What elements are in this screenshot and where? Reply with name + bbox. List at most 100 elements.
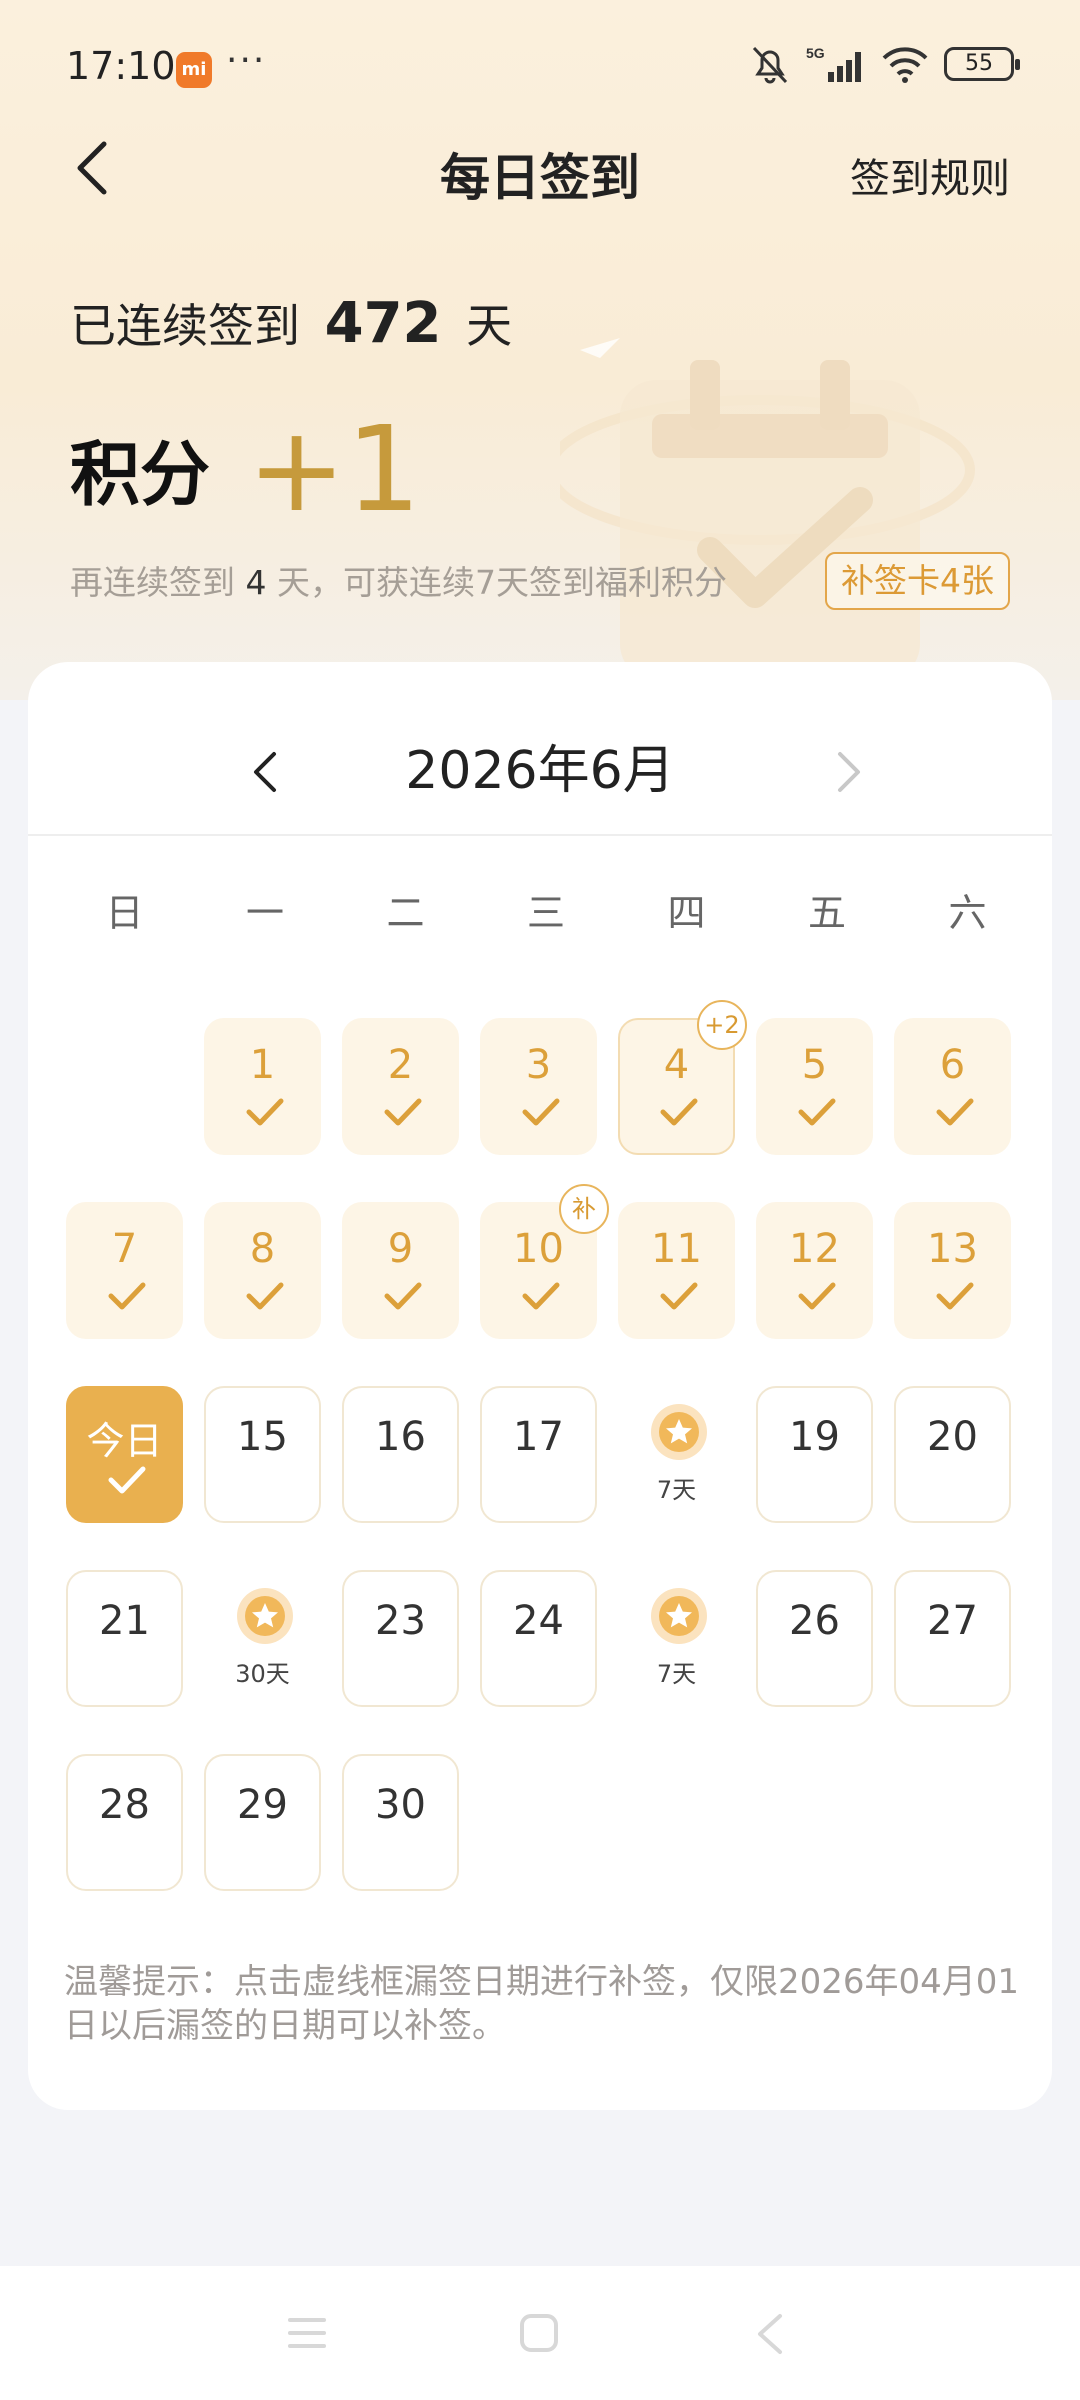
status-bar: 17:10 mi ··· 5G 55 [0, 0, 1080, 140]
signal-5g-icon: 5G [806, 44, 866, 84]
streak-prefix: 已连续签到 [70, 299, 300, 353]
checkmark-icon [798, 1282, 836, 1310]
day-number: 30 [375, 1782, 426, 1828]
calendar-day[interactable]: 5 [756, 1018, 873, 1155]
weekday-label: 一 [245, 891, 284, 935]
reward-milestone-label: 7天 [656, 1660, 697, 1688]
calendar-day[interactable]: 28 [66, 1754, 183, 1891]
calendar-day[interactable]: 7 [66, 1202, 183, 1339]
calendar-day-reward[interactable]: 7天 [618, 1570, 735, 1707]
calendar-day[interactable]: 23 [342, 1570, 459, 1707]
calendar-day[interactable]: 6 [894, 1018, 1011, 1155]
calendar-day[interactable]: 24 [480, 1570, 597, 1707]
calendar-day[interactable]: 8 [204, 1202, 321, 1339]
weekday-label: 二 [386, 891, 425, 935]
makeup-tip: 温馨提示：点击虚线框漏签日期进行补签，仅限2026年04月01日以后漏签的日期可… [64, 1962, 1020, 2046]
mute-bell-icon [748, 44, 792, 84]
star-coin-icon [651, 1404, 707, 1460]
calendar-day[interactable]: 20 [894, 1386, 1011, 1523]
calendar-day-reward[interactable]: 7天 [618, 1386, 735, 1523]
calendar-day[interactable]: 19 [756, 1386, 873, 1523]
next-month-chevron-icon[interactable] [818, 732, 878, 812]
recent-apps-icon[interactable] [286, 2314, 328, 2352]
makeup-sign-badge: 补 [559, 1184, 609, 1234]
calendar-day[interactable]: 16 [342, 1386, 459, 1523]
system-back-icon[interactable] [752, 2312, 786, 2356]
wifi-icon [880, 44, 930, 84]
back-arrow-icon[interactable] [66, 136, 122, 200]
weekday-label: 四 [667, 891, 706, 935]
points-label: 积分 [70, 433, 210, 516]
home-icon[interactable] [518, 2312, 560, 2354]
today-label: 今日 [86, 1419, 163, 1463]
calendar-day[interactable]: 4 +2 [618, 1000, 747, 1155]
calendar-day[interactable]: 2 [342, 1018, 459, 1155]
day-number: 24 [513, 1598, 564, 1644]
checkmark-icon [384, 1282, 422, 1310]
calendar-day[interactable]: 1 [204, 1018, 321, 1155]
day-number: 20 [927, 1414, 978, 1460]
streak-hint: 再连续签到 4 天，可获连续7天签到福利积分 [70, 556, 727, 604]
day-number: 5 [801, 1042, 828, 1088]
divider [28, 834, 1052, 836]
checkmark-icon [936, 1282, 974, 1310]
day-number: 2 [387, 1042, 414, 1088]
day-number: 11 [651, 1226, 702, 1272]
day-number: 23 [375, 1598, 426, 1644]
checkmark-icon [384, 1098, 422, 1126]
calendar-day[interactable]: 13 [894, 1202, 1011, 1339]
calendar-day[interactable]: 21 [66, 1570, 183, 1707]
calendar-day[interactable]: 29 [204, 1754, 321, 1891]
status-time: 17:10 [66, 44, 176, 88]
hint-days: 4 [245, 563, 267, 602]
checkmark-icon [522, 1098, 560, 1126]
weekday-label: 五 [807, 891, 846, 935]
system-navigation-bar [0, 2266, 1080, 2400]
calendar-day[interactable]: 15 [204, 1386, 321, 1523]
battery-indicator: 55 [944, 47, 1020, 81]
calendar-day-today[interactable]: 今日 [66, 1386, 183, 1523]
calendar-day[interactable]: 9 [342, 1202, 459, 1339]
bonus-points-badge: +2 [697, 1000, 747, 1050]
svg-text:5G: 5G [806, 45, 825, 61]
star-coin-icon [237, 1588, 293, 1644]
calendar-day[interactable]: 26 [756, 1570, 873, 1707]
calendar-day[interactable]: 17 [480, 1386, 597, 1523]
calendar-day[interactable]: 12 [756, 1202, 873, 1339]
reward-milestone-label: 30天 [235, 1660, 290, 1688]
checkmark-icon [936, 1098, 974, 1126]
checkmark-icon [246, 1282, 284, 1310]
checkmark-icon [798, 1098, 836, 1126]
streak-days: 472 [324, 291, 442, 356]
checkmark-icon [660, 1098, 698, 1126]
calendar-card: 2026年6月 日 一 二 三 四 五 六 1 2 3 4 +2 5 6 7 8 9 10 补 11 12… [28, 662, 1052, 2110]
calendar-day[interactable]: 3 [480, 1018, 597, 1155]
sign-in-rules-link[interactable]: 签到规则 [850, 146, 1010, 204]
day-number: 26 [789, 1598, 840, 1644]
month-title: 2026年6月 [405, 741, 675, 801]
calendar-day[interactable]: 27 [894, 1570, 1011, 1707]
hint-suffix: 天，可获连续7天签到福利积分 [277, 563, 727, 602]
prev-month-chevron-icon[interactable] [236, 732, 296, 812]
day-number: 15 [237, 1414, 288, 1460]
more-notifications-icon: ··· [226, 40, 267, 81]
reward-milestone-label: 7天 [656, 1476, 697, 1504]
points-summary: 积分 +1 [70, 400, 421, 538]
weekday-label: 六 [948, 891, 987, 935]
checkmark-icon [660, 1282, 698, 1310]
day-number: 13 [927, 1226, 978, 1272]
hint-prefix: 再连续签到 [70, 563, 235, 602]
calendar-day[interactable]: 30 [342, 1754, 459, 1891]
calendar-day[interactable]: 11 [618, 1202, 735, 1339]
day-number: 8 [249, 1226, 276, 1272]
day-number: 6 [939, 1042, 966, 1088]
weekday-label: 三 [526, 891, 565, 935]
calendar-day[interactable]: 10 补 [480, 1184, 609, 1339]
day-number: 19 [789, 1414, 840, 1460]
calendar-illustration-icon [560, 338, 975, 680]
calendar-day-grid: 1 2 3 4 +2 5 6 7 8 9 10 补 11 12 13 今日 15 16 17 7天 19 20 21 30天 2… [66, 1000, 1026, 1918]
weekday-label: 日 [105, 891, 144, 935]
makeup-card-count[interactable]: 补签卡4张 [825, 552, 1010, 610]
mi-app-icon: mi [176, 52, 212, 88]
calendar-day-reward[interactable]: 30天 [204, 1570, 321, 1707]
